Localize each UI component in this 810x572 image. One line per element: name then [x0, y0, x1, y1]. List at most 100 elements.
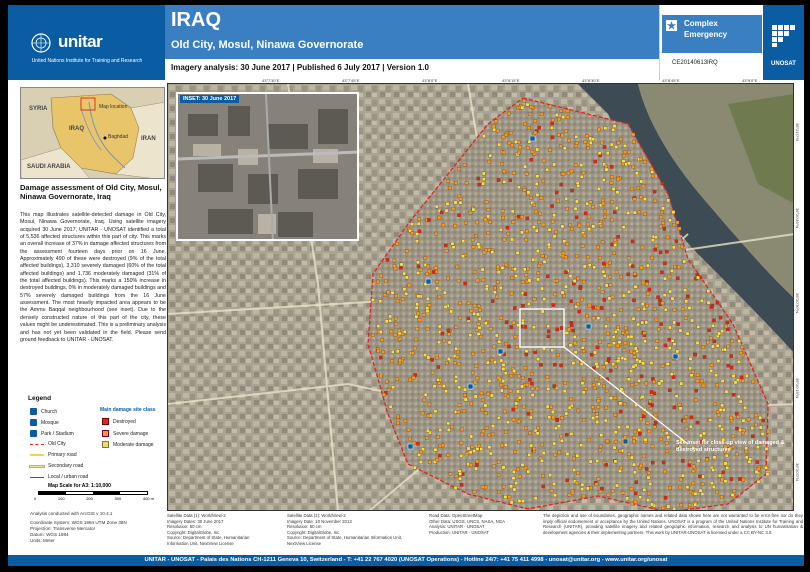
damage-site-marker: [407, 436, 412, 441]
closeup-inset[interactable]: INSET: 30 June 2017: [176, 92, 359, 241]
damage-site-marker: [724, 453, 729, 458]
damage-site-marker: [580, 362, 584, 366]
damage-site-marker: [533, 119, 538, 123]
damage-site-marker: [574, 481, 579, 485]
damage-site-marker: [457, 167, 461, 171]
damage-site-marker: [712, 455, 717, 460]
damage-site-marker: [570, 323, 574, 328]
damage-site-marker: [466, 316, 470, 321]
damage-site-marker: [645, 303, 649, 308]
damage-site-marker: [569, 432, 574, 436]
damage-site-marker: [642, 307, 646, 311]
damage-site-marker: [552, 441, 556, 446]
damage-site-marker: [403, 419, 408, 423]
damage-site-marker: [581, 170, 586, 175]
damage-site-marker: [575, 453, 580, 458]
damage-site-marker: [506, 232, 511, 236]
damage-site-marker: [555, 327, 559, 332]
damage-site-marker: [715, 300, 720, 305]
damage-site-marker: [585, 134, 589, 138]
damage-site-marker: [582, 234, 587, 238]
damage-site-marker: [596, 405, 601, 409]
damage-site-marker: [709, 369, 713, 373]
damage-site-marker: [698, 488, 703, 493]
damage-site-marker: [641, 454, 646, 459]
damage-site-marker: [613, 238, 617, 242]
damage-site-marker: [532, 202, 537, 207]
damage-site-marker: [524, 352, 528, 357]
damage-site-marker: [718, 424, 722, 428]
damage-site-marker: [446, 421, 450, 426]
damage-site-marker: [511, 220, 516, 225]
damage-site-marker: [379, 355, 383, 360]
damage-site-marker: [610, 489, 615, 493]
damage-site-marker: [565, 109, 570, 114]
damage-site-marker: [695, 373, 700, 377]
damage-site-marker: [487, 379, 492, 383]
mosque-icon: [585, 323, 592, 330]
damage-site-marker: [625, 496, 629, 501]
damage-site-marker: [447, 332, 451, 337]
damage-site-marker: [564, 411, 569, 416]
damage-site-marker: [567, 493, 572, 497]
damage-site-marker: [456, 410, 461, 414]
damage-site-marker: [652, 307, 657, 311]
damage-site-marker: [475, 447, 480, 451]
damage-site-marker: [416, 222, 421, 226]
damage-site-marker: [572, 335, 577, 339]
unosat-wordmark: UNOSAT: [771, 61, 796, 67]
damage-site-marker: [565, 242, 570, 246]
damage-site-marker: [632, 139, 636, 144]
damage-site-marker: [386, 388, 391, 392]
damage-site-marker: [488, 327, 493, 331]
baghdad-label: Baghdad: [108, 134, 129, 140]
damage-site-marker: [701, 383, 706, 388]
damage-site-marker: [425, 271, 429, 276]
damage-site-marker: [675, 349, 680, 354]
damage-site-marker: [636, 186, 640, 190]
damage-site-marker: [496, 280, 500, 285]
damage-site-marker: [682, 419, 687, 423]
damage-site-marker: [476, 312, 480, 317]
damage-site-marker: [660, 210, 664, 214]
imagery-info-block: Imagery analysis: 30 June 2017 | Publish…: [165, 59, 659, 80]
damage-site-marker: [385, 258, 390, 262]
damage-site-marker: [644, 320, 648, 325]
damage-site-marker: [632, 355, 637, 359]
damage-site-marker: [510, 237, 514, 242]
main-damage-map[interactable]: INSET: 30 June 2017 See inset for close-…: [167, 83, 794, 511]
damage-site-marker: [664, 307, 668, 312]
damage-site-marker: [554, 426, 558, 430]
damage-site-marker: [741, 379, 745, 383]
damage-site-marker: [462, 409, 466, 413]
damage-site-marker: [511, 417, 516, 422]
damage-site-marker: [451, 245, 456, 249]
damage-site-marker: [530, 150, 535, 154]
overview-location-map: SYRIA IRAN IRAQ SAUDI ARABIA Map locatio…: [20, 87, 165, 179]
damage-site-marker: [674, 394, 679, 399]
damage-site-marker: [560, 326, 564, 330]
damage-site-marker: [695, 379, 700, 383]
damage-site-marker: [484, 411, 488, 416]
damage-site-marker: [406, 427, 411, 432]
damage-site-marker: [685, 294, 690, 299]
damage-site-marker: [701, 474, 705, 479]
damage-site-marker: [578, 286, 582, 290]
damage-site-marker: [629, 342, 634, 346]
damage-site-marker: [570, 188, 574, 193]
damage-site-marker: [528, 378, 532, 382]
damage-site-marker: [621, 331, 625, 335]
legend-moderate: Moderate damage: [102, 441, 154, 448]
damage-site-marker: [582, 264, 587, 269]
damage-site-marker: [562, 389, 567, 393]
damage-site-marker: [744, 455, 749, 460]
damage-site-marker: [648, 406, 653, 411]
damage-site-marker: [527, 126, 531, 130]
damage-site-marker: [627, 377, 631, 382]
damage-site-marker: [434, 204, 439, 209]
damage-site-marker: [404, 275, 409, 280]
damage-site-marker: [520, 280, 525, 284]
damage-site-marker: [545, 274, 550, 279]
damage-site-marker: [640, 302, 645, 306]
damage-site-marker: [613, 430, 618, 434]
